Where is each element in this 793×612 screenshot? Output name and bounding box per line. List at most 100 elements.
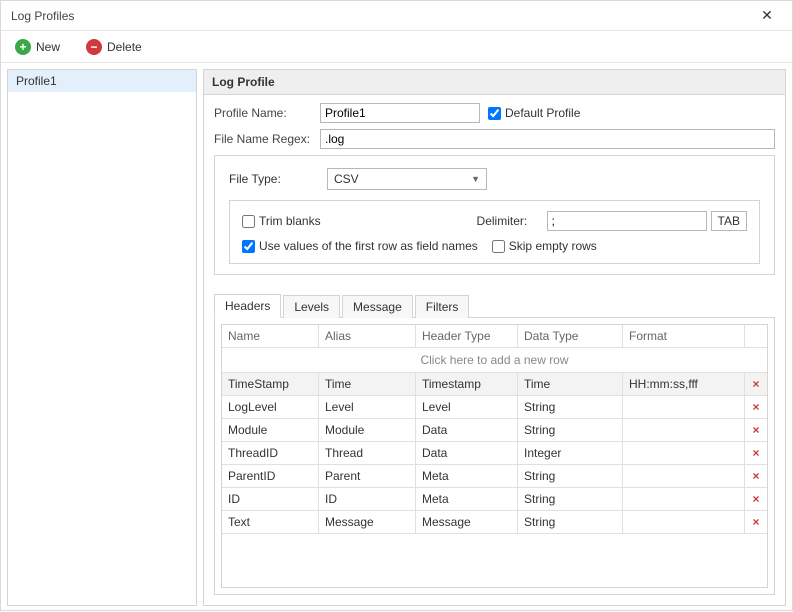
cell-data-type[interactable]: String — [518, 511, 623, 534]
row-delete-button[interactable]: × — [745, 419, 767, 442]
grid-new-row[interactable]: Click here to add a new row — [222, 348, 767, 373]
col-format[interactable]: Format — [623, 325, 745, 348]
cell-header-type[interactable]: Meta — [416, 465, 518, 488]
row-delete-button[interactable]: × — [745, 396, 767, 419]
table-row[interactable]: LogLevelLevelLevelString× — [222, 396, 767, 419]
cell-format[interactable] — [623, 488, 745, 511]
skip-empty-label: Skip empty rows — [509, 239, 597, 253]
tab-levels[interactable]: Levels — [283, 295, 340, 318]
col-data-type[interactable]: Data Type — [518, 325, 623, 348]
cell-name[interactable]: ThreadID — [222, 442, 319, 465]
cell-format[interactable] — [623, 465, 745, 488]
close-icon: × — [752, 469, 759, 483]
delimiter-input[interactable] — [547, 211, 707, 231]
close-button[interactable]: ✕ — [752, 7, 782, 24]
sidebar-item-profile[interactable]: Profile1 — [8, 70, 196, 92]
table-row[interactable]: TextMessageMessageString× — [222, 511, 767, 534]
close-icon: × — [752, 446, 759, 460]
col-name[interactable]: Name — [222, 325, 319, 348]
col-alias[interactable]: Alias — [319, 325, 416, 348]
tab-filters[interactable]: Filters — [415, 295, 470, 318]
cell-name[interactable]: TimeStamp — [222, 373, 319, 396]
cell-format[interactable] — [623, 396, 745, 419]
trim-blanks-checkbox[interactable]: Trim blanks — [242, 214, 321, 228]
first-row-checkbox[interactable]: Use values of the first row as field nam… — [242, 239, 478, 253]
close-icon: × — [752, 400, 759, 414]
col-actions — [745, 325, 767, 348]
cell-header-type[interactable]: Data — [416, 442, 518, 465]
cell-data-type[interactable]: String — [518, 396, 623, 419]
cell-alias[interactable]: Message — [319, 511, 416, 534]
first-row-input[interactable] — [242, 240, 255, 253]
cell-format[interactable] — [623, 511, 745, 534]
filetype-select[interactable]: CSV ▼ — [327, 168, 487, 190]
close-icon: × — [752, 515, 759, 529]
cell-name[interactable]: LogLevel — [222, 396, 319, 419]
close-icon: × — [752, 377, 759, 391]
cell-format[interactable]: HH:mm:ss,fff — [623, 373, 745, 396]
trim-blanks-input[interactable] — [242, 215, 255, 228]
profile-list: Profile1 — [7, 69, 197, 606]
cell-alias[interactable]: Parent — [319, 465, 416, 488]
grid-body: TimeStampTimeTimestampTimeHH:mm:ss,fff×L… — [222, 373, 767, 587]
profile-name-input[interactable] — [320, 103, 480, 123]
row-delete-button[interactable]: × — [745, 488, 767, 511]
row-delete-button[interactable]: × — [745, 442, 767, 465]
col-header-type[interactable]: Header Type — [416, 325, 518, 348]
default-profile-input[interactable] — [488, 107, 501, 120]
trim-blanks-label: Trim blanks — [259, 214, 321, 228]
skip-empty-input[interactable] — [492, 240, 505, 253]
table-row[interactable]: ParentIDParentMetaString × — [222, 465, 767, 488]
filetype-value: CSV — [334, 172, 359, 186]
plus-icon: + — [15, 39, 31, 55]
tab-message[interactable]: Message — [342, 295, 413, 318]
tab-headers[interactable]: Headers — [214, 294, 281, 318]
panel-title: Log Profile — [204, 70, 785, 95]
filetype-label: File Type: — [229, 172, 327, 186]
cell-format[interactable] — [623, 442, 745, 465]
cell-header-type[interactable]: Timestamp — [416, 373, 518, 396]
row-delete-button[interactable]: × — [745, 511, 767, 534]
profile-name-label: Profile Name: — [214, 106, 312, 120]
delete-button[interactable]: − Delete — [80, 36, 148, 58]
cell-data-type[interactable]: String — [518, 488, 623, 511]
tabs: Headers Levels Message Filters Name Alia… — [214, 293, 775, 595]
new-button[interactable]: + New — [9, 36, 66, 58]
cell-name[interactable]: ParentID — [222, 465, 319, 488]
cell-alias[interactable]: ID — [319, 488, 416, 511]
table-row[interactable]: ThreadIDThreadDataInteger × — [222, 442, 767, 465]
table-row[interactable]: IDIDMetaString× — [222, 488, 767, 511]
regex-input[interactable] — [320, 129, 775, 149]
row-delete-button[interactable]: × — [745, 465, 767, 488]
default-profile-checkbox[interactable]: Default Profile — [488, 106, 580, 120]
cell-alias[interactable]: Module — [319, 419, 416, 442]
cell-alias[interactable]: Time — [319, 373, 416, 396]
tabstrip: Headers Levels Message Filters — [214, 293, 775, 317]
row-delete-button[interactable]: × — [745, 373, 767, 396]
tab-delimiter-button[interactable]: TAB — [711, 211, 747, 231]
cell-header-type[interactable]: Meta — [416, 488, 518, 511]
cell-header-type[interactable]: Data — [416, 419, 518, 442]
skip-empty-checkbox[interactable]: Skip empty rows — [492, 239, 597, 253]
cell-header-type[interactable]: Level — [416, 396, 518, 419]
cell-alias[interactable]: Level — [319, 396, 416, 419]
cell-format[interactable] — [623, 419, 745, 442]
table-row[interactable]: ModuleModuleDataString× — [222, 419, 767, 442]
grid-header: Name Alias Header Type Data Type Format — [222, 325, 767, 348]
cell-header-type[interactable]: Message — [416, 511, 518, 534]
profile-panel: Log Profile Profile Name: Default Profil… — [203, 69, 786, 606]
cell-data-type[interactable]: String — [518, 465, 623, 488]
cell-data-type[interactable]: String — [518, 419, 623, 442]
cell-name[interactable]: Module — [222, 419, 319, 442]
headers-grid: Name Alias Header Type Data Type Format … — [221, 324, 768, 588]
table-row[interactable]: TimeStampTimeTimestampTimeHH:mm:ss,fff× — [222, 373, 767, 396]
cell-data-type[interactable]: Integer — [518, 442, 623, 465]
cell-alias[interactable]: Thread — [319, 442, 416, 465]
cell-data-type[interactable]: Time — [518, 373, 623, 396]
cell-name[interactable]: ID — [222, 488, 319, 511]
regex-label: File Name Regex: — [214, 132, 312, 146]
cell-name[interactable]: Text — [222, 511, 319, 534]
close-icon: × — [752, 492, 759, 506]
delete-label: Delete — [107, 40, 142, 54]
delimiter-label: Delimiter: — [477, 214, 547, 228]
